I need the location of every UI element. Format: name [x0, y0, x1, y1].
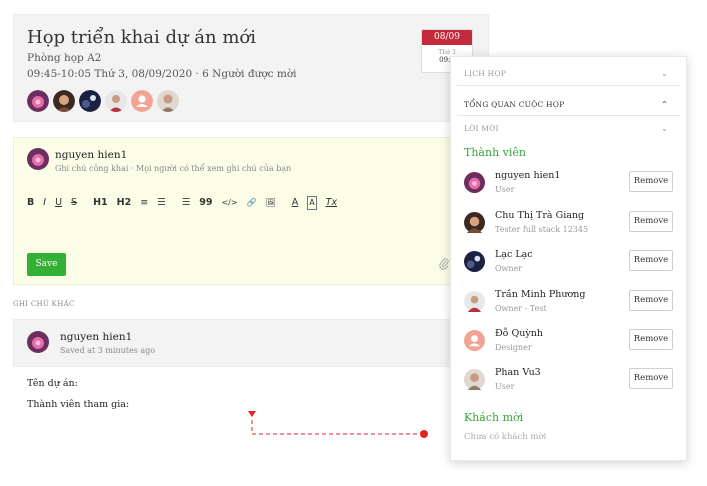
avatar[interactable]	[27, 90, 49, 112]
meeting-time: 09:45-10:05 Thứ 3, 08/09/2020 · 6 Người …	[27, 68, 297, 80]
code-icon[interactable]: </>	[221, 197, 237, 209]
member-role: Designer	[495, 343, 532, 352]
meeting-header: Họp triển khai dự án mới Phòng họp A2 09…	[13, 14, 489, 122]
avatar[interactable]	[105, 90, 127, 112]
other-note-header: nguyen hien1 Saved at 3 minutes ago	[13, 319, 489, 367]
bullet-list-icon[interactable]: ☰	[157, 197, 166, 209]
attachment-icon[interactable]	[439, 258, 449, 270]
note-visibility: Ghi chú công khai · Mọi người có thể xem…	[55, 164, 292, 173]
divider	[457, 85, 680, 86]
invitations-section-label: LỜI MỜI	[464, 124, 499, 133]
member-role: User	[495, 382, 515, 391]
underline-button[interactable]: U	[55, 197, 62, 209]
member-name: Phan Vu3	[495, 367, 541, 378]
ordered-list-icon[interactable]: ≡	[140, 197, 148, 209]
remove-member-button[interactable]: Remove	[629, 329, 673, 350]
member-row: nguyen hien1 User Remove	[464, 169, 673, 199]
avatar	[27, 331, 49, 353]
member-role: User	[495, 185, 515, 194]
member-row: Phan Vu3 User Remove	[464, 366, 673, 396]
note-author: nguyen hien1	[55, 149, 128, 161]
image-icon[interactable]: 🖼	[266, 197, 276, 209]
heading1-button[interactable]: H1	[93, 197, 108, 209]
other-note-saved: Saved at 3 minutes ago	[60, 346, 156, 355]
quote-icon[interactable]: 99	[199, 197, 212, 209]
pointer-annotation	[248, 411, 428, 438]
avatar[interactable]	[131, 90, 153, 112]
note-editor[interactable]: nguyen hien1 Ghi chú công khai · Mọi ngư…	[13, 137, 489, 285]
overview-section-label: TỔNG QUAN CUỘC HỌP	[464, 100, 565, 109]
link-icon[interactable]: 🔗	[247, 197, 257, 209]
chevron-down-icon[interactable]: ⌄	[661, 69, 668, 78]
schedule-section[interactable]: LỊCH HỌP ⌄	[464, 69, 673, 78]
schedule-section-label: LỊCH HỌP	[464, 69, 506, 78]
member-row: Trần Minh Phương Owner - Test Remove	[464, 288, 673, 318]
member-name: Lạc Lạc	[495, 249, 533, 260]
save-button[interactable]: Save	[27, 253, 66, 276]
guests-empty-message: Chưa có khách mời	[464, 432, 547, 442]
avatar[interactable]	[79, 90, 101, 112]
align-icon[interactable]: ☰	[182, 197, 191, 209]
avatar	[464, 251, 485, 272]
strikethrough-button[interactable]: S	[71, 197, 77, 209]
member-role: Owner	[495, 264, 523, 273]
bold-button[interactable]: B	[27, 197, 34, 209]
remove-member-button[interactable]: Remove	[629, 211, 673, 232]
note-content-line: Tên dự án:	[27, 378, 78, 389]
member-name: nguyen hien1	[495, 170, 561, 181]
member-row: Đỗ Quỳnh Designer Remove	[464, 327, 673, 357]
attendee-avatars	[27, 90, 179, 112]
guests-heading: Khách mời	[464, 411, 524, 424]
avatar	[464, 172, 485, 193]
italic-button[interactable]: I	[43, 197, 46, 209]
highlight-icon[interactable]: A	[307, 196, 317, 210]
invitations-section[interactable]: LỜI MỜI ⌄	[464, 124, 673, 133]
remove-member-button[interactable]: Remove	[629, 250, 673, 271]
avatar	[464, 369, 485, 390]
chevron-down-icon[interactable]: ⌄	[661, 124, 668, 133]
member-name: Đỗ Quỳnh	[495, 328, 544, 339]
members-heading: Thành viên	[464, 146, 526, 159]
remove-member-button[interactable]: Remove	[629, 290, 673, 311]
overview-section[interactable]: TỔNG QUAN CUỘC HỌP ⌃	[464, 100, 673, 109]
note-content-line: Thành viên tham gia:	[27, 399, 130, 410]
member-name: Trần Minh Phương	[495, 289, 586, 300]
avatar	[464, 330, 485, 351]
chevron-up-icon[interactable]: ⌃	[661, 100, 668, 109]
remove-member-button[interactable]: Remove	[629, 368, 673, 389]
other-notes-label: GHI CHÚ KHÁC	[13, 300, 75, 308]
remove-member-button[interactable]: Remove	[629, 171, 673, 192]
member-role: Owner - Test	[495, 304, 547, 313]
text-color-icon[interactable]: A	[292, 197, 299, 209]
avatar	[27, 148, 49, 170]
member-role: Tester full stack 12345	[495, 225, 589, 234]
editor-toolbar: B I U S H1 H2 ≡ ☰ ☰ 99 </> 🔗 🖼 A A Tx	[27, 196, 346, 210]
avatar[interactable]	[157, 90, 179, 112]
date-badge-weekday: Thứ 3	[438, 49, 456, 56]
meeting-side-panel: LỊCH HỌP ⌄ TỔNG QUAN CUỘC HỌP ⌃ LỜI MỜI …	[450, 56, 687, 461]
clear-format-icon[interactable]: Tx	[326, 197, 337, 209]
date-badge-date: 08/09	[422, 30, 472, 45]
avatar	[464, 212, 485, 233]
meeting-title: Họp triển khai dự án mới	[27, 27, 257, 48]
member-name: Chu Thị Trà Giang	[495, 210, 585, 221]
member-row: Lạc Lạc Owner Remove	[464, 248, 673, 278]
avatar[interactable]	[53, 90, 75, 112]
other-note-author: nguyen hien1	[60, 331, 133, 343]
avatar	[464, 291, 485, 312]
meeting-room: Phòng họp A2	[27, 52, 102, 64]
member-row: Chu Thị Trà Giang Tester full stack 1234…	[464, 209, 673, 239]
heading2-button[interactable]: H2	[117, 197, 132, 209]
divider	[457, 115, 680, 116]
